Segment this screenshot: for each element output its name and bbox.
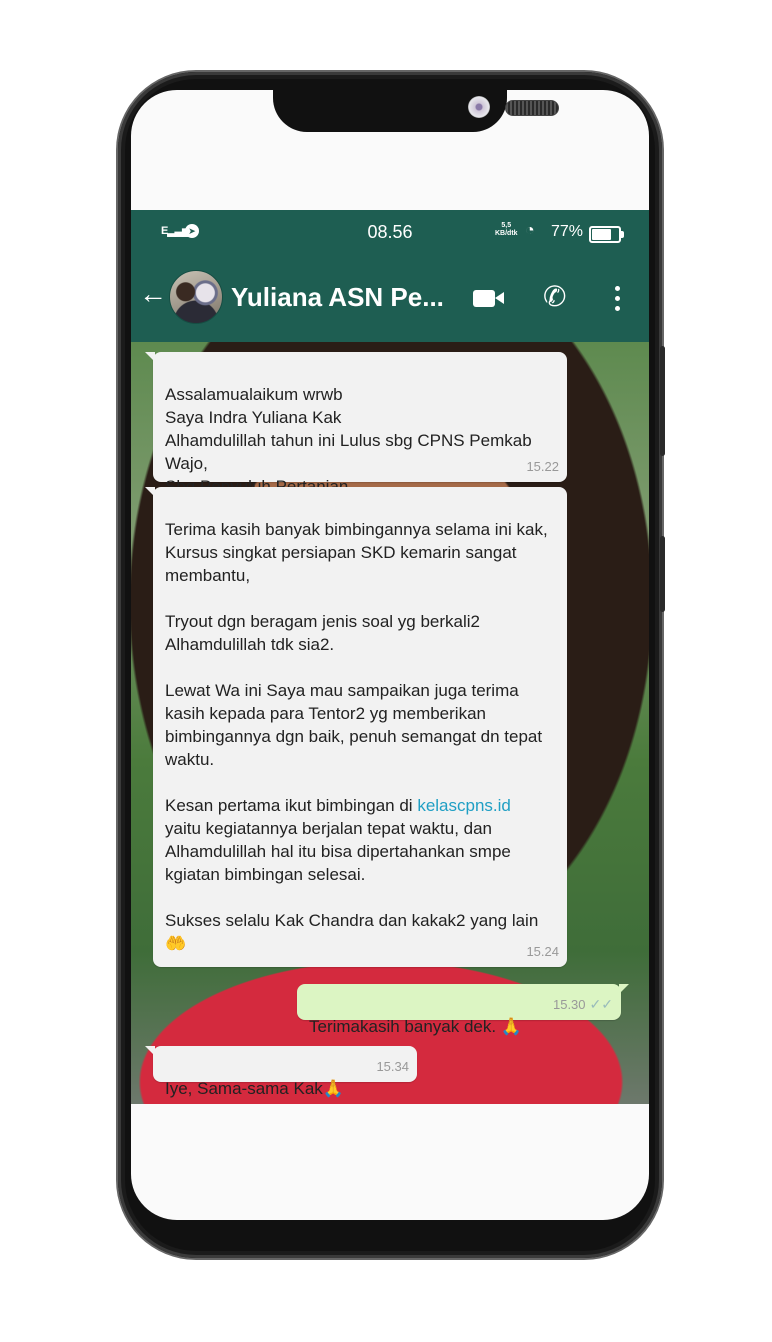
message-text: Iye, Sama-sama Kak🙏	[165, 1079, 344, 1098]
front-camera	[468, 96, 490, 118]
message-text: Assalamualaikum wrwb Saya Indra Yuliana …	[165, 385, 532, 496]
message-text: Terimakasih banyak dek. 🙏	[309, 1017, 522, 1036]
message-text: Terima kasih banyak bimbingannya selama …	[165, 520, 548, 815]
phone-screen: E▂▃▅ ➤ 08.56 5,5 KB/dtk ◔ 77% ← Yuliana …	[131, 90, 649, 1220]
message-time-value: 15.30	[552, 997, 586, 1012]
net-speed-value: 5,5	[501, 222, 512, 229]
message-time: 15.30 ✓✓	[553, 993, 613, 1016]
hands-emoji: 🤲	[165, 934, 187, 953]
volume-button	[660, 536, 665, 612]
net-speed: 5,5 KB/dtk	[495, 222, 518, 238]
read-receipt-icon: ✓✓	[589, 996, 613, 1012]
message-bubble[interactable]: Terima kasih banyak bimbingannya selama …	[145, 487, 567, 967]
message-bubble-outgoing[interactable]: Terimakasih banyak dek. 🙏 15.30 ✓✓	[297, 984, 629, 1036]
contact-avatar[interactable]	[169, 270, 223, 324]
message-text: yaitu kegiatannya berjalan tepat waktu, …	[165, 819, 539, 930]
message-bubble[interactable]: Assalamualaikum wrwb Saya Indra Yuliana …	[145, 352, 567, 496]
message-time: 15.22	[526, 459, 559, 474]
wifi-icon: ◔	[525, 222, 535, 239]
message-time: 15.34	[376, 1059, 409, 1074]
message-link[interactable]: kelascpns.id	[417, 796, 511, 815]
notch	[273, 90, 559, 132]
chat-app-bar: ← Yuliana ASN Pe... ✆	[131, 254, 649, 342]
power-button	[660, 346, 665, 456]
video-call-icon[interactable]	[473, 290, 504, 307]
arrow-left-icon[interactable]: ←	[139, 278, 167, 310]
contact-name[interactable]: Yuliana ASN Pe...	[231, 282, 444, 313]
more-vert-icon[interactable]	[615, 286, 620, 316]
earpiece-speaker	[505, 100, 559, 116]
message-time: 15.24	[526, 944, 559, 959]
net-speed-unit: KB/dtk	[495, 230, 518, 237]
phone-icon[interactable]: ✆	[543, 280, 566, 313]
message-bubble[interactable]: Iye, Sama-sama Kak🙏 15.34	[145, 1046, 417, 1098]
chat-area[interactable]: Assalamualaikum wrwb Saya Indra Yuliana …	[131, 342, 649, 1104]
battery-percent: 77%	[551, 223, 584, 240]
battery-icon	[589, 226, 624, 243]
status-bar: E▂▃▅ ➤ 08.56 5,5 KB/dtk ◔ 77%	[131, 210, 649, 254]
